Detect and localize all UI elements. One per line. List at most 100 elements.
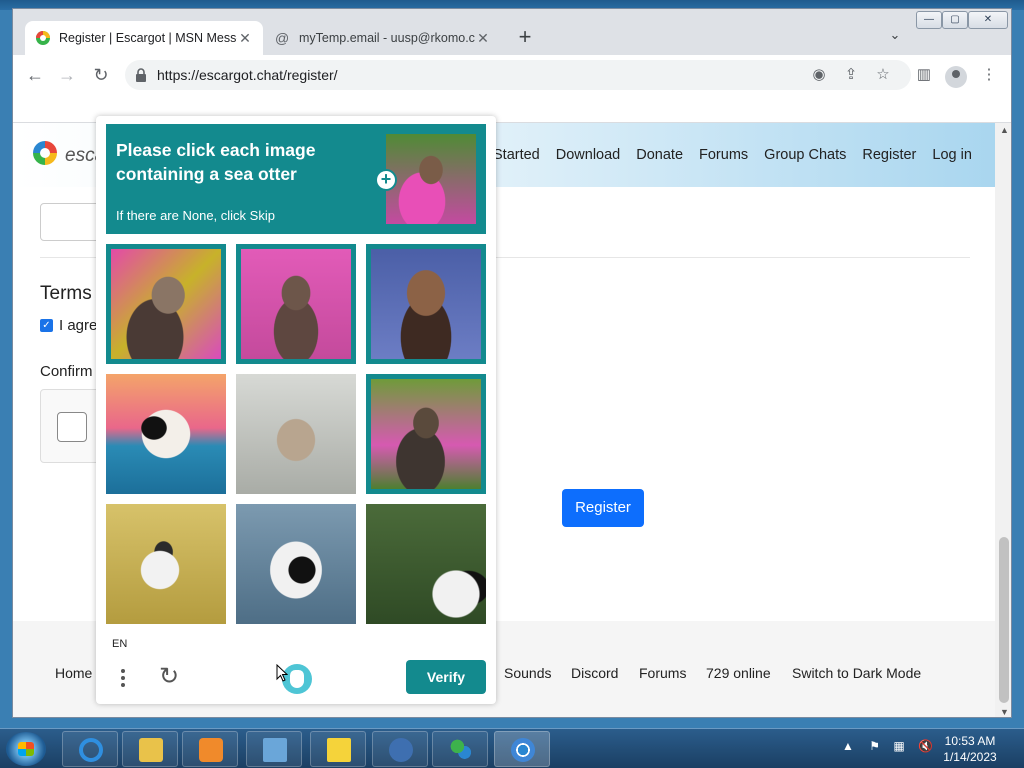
clock-time: 10:53 AM — [944, 734, 996, 748]
profile-avatar-icon[interactable] — [945, 66, 967, 88]
captcha-tile-1[interactable] — [106, 244, 226, 364]
panda-image — [366, 504, 486, 624]
terms-heading: Terms — [40, 283, 92, 304]
share-icon[interactable]: ⇪ — [841, 66, 861, 86]
captcha-tile-9[interactable] — [366, 504, 486, 624]
taskbar-help[interactable] — [310, 731, 366, 767]
footer-forums[interactable]: Forums — [639, 665, 686, 681]
back-arrow-icon[interactable]: ← — [23, 63, 47, 87]
app-icon — [389, 738, 413, 762]
taskbar-app[interactable] — [372, 731, 428, 767]
more-options-icon[interactable]: ⋮ — [978, 65, 1000, 87]
taskbar-clock[interactable]: 10:53 AM 1/14/2023 — [930, 733, 1010, 765]
nav-forums[interactable]: Forums — [699, 147, 748, 163]
taskbar: ▲ ⚑ ▦ 🔇 10:53 AM 1/14/2023 — [0, 728, 1024, 768]
taskbar-messenger[interactable] — [432, 731, 488, 767]
reload-icon[interactable]: ↻ — [89, 63, 113, 87]
chevron-down-icon[interactable]: ⌄ — [885, 27, 905, 47]
language-selector[interactable]: EN — [112, 638, 127, 650]
tab-register[interactable]: Register | Escargot | MSN Messe ✕ — [25, 21, 263, 55]
register-button[interactable]: Register — [562, 489, 644, 527]
agree-terms[interactable]: ✓ I agre — [40, 317, 97, 334]
site-nav: Started Download Donate Forums Group Cha… — [493, 147, 972, 163]
messenger-icon — [449, 738, 473, 762]
taskbar-media-player[interactable] — [182, 731, 238, 767]
footer-online-count: 729 online — [706, 665, 771, 681]
more-menu-icon[interactable] — [116, 666, 130, 692]
scrollbar-thumb[interactable] — [999, 537, 1009, 703]
address-bar[interactable]: https://escargot.chat/register/ ◉ ⇪ ☆ — [125, 60, 911, 90]
maximize-button[interactable]: ▢ — [942, 11, 968, 29]
footer-dark-mode[interactable]: Switch to Dark Mode — [792, 665, 921, 681]
at-sign-icon: @ — [275, 30, 290, 46]
media-player-icon — [199, 738, 223, 762]
taskbar-chrome[interactable] — [494, 731, 550, 767]
internet-explorer-icon — [79, 738, 103, 762]
refresh-icon[interactable]: ↻ — [156, 664, 182, 690]
agree-checkbox[interactable]: ✓ — [40, 319, 53, 332]
panda-image — [106, 374, 226, 494]
nav-register[interactable]: Register — [862, 147, 916, 163]
bookmark-star-icon[interactable]: ☆ — [873, 66, 893, 86]
page-scrollbar[interactable]: ▲ ▼ — [995, 123, 1011, 717]
captcha-tile-6[interactable] — [366, 374, 486, 494]
new-tab-button[interactable]: + — [513, 26, 537, 50]
taskbar-internet-explorer[interactable] — [62, 731, 118, 767]
captcha-tile-5[interactable] — [236, 374, 356, 494]
eye-off-icon[interactable]: ◉ — [809, 66, 829, 86]
footer-discord[interactable]: Discord — [571, 665, 618, 681]
sea-otter-image — [241, 249, 351, 359]
footer-sounds[interactable]: Sounds — [504, 665, 551, 681]
captcha-tile-2[interactable] — [236, 244, 356, 364]
nav-donate[interactable]: Donate — [636, 147, 683, 163]
captcha-tile-4[interactable] — [106, 374, 226, 494]
captcha-checkbox[interactable] — [57, 412, 87, 442]
taskbar-control-panel[interactable] — [246, 731, 302, 767]
network-icon[interactable]: ▦ — [893, 739, 904, 753]
system-tray: ▲ ⚑ ▦ 🔇 — [842, 739, 933, 753]
sea-otter-image — [371, 249, 481, 359]
sea-otter-image — [111, 249, 221, 359]
captcha-prompt-subtitle: If there are None, click Skip — [116, 208, 275, 223]
tab-mytemp-email[interactable]: @ myTemp.email - uusp@rkomo.co ✕ — [265, 21, 501, 55]
taskbar-file-explorer[interactable] — [122, 731, 178, 767]
lock-icon — [136, 68, 146, 82]
action-center-flag-icon[interactable]: ⚑ — [869, 739, 880, 753]
help-icon — [327, 738, 351, 762]
browser-toolbar: ← → ↻ https://escargot.chat/register/ ◉ … — [13, 55, 1011, 95]
captcha-prompt-title: Please click each image containing a sea… — [116, 140, 316, 184]
folder-icon — [139, 738, 163, 762]
captcha-tile-8[interactable] — [236, 504, 356, 624]
nav-download[interactable]: Download — [556, 147, 621, 163]
close-window-button[interactable]: ✕ — [968, 11, 1008, 29]
close-tab-icon[interactable]: ✕ — [475, 30, 491, 47]
tab-title: Register | Escargot | MSN Messe — [59, 31, 237, 45]
start-button[interactable] — [6, 732, 46, 766]
panda-image — [236, 504, 356, 624]
rabbit-image — [236, 374, 356, 494]
scroll-down-icon[interactable]: ▼ — [1000, 707, 1009, 717]
close-tab-icon[interactable]: ✕ — [237, 30, 253, 47]
mouse-cursor-icon — [276, 664, 288, 682]
tab-strip: Register | Escargot | MSN Messe ✕ @ myTe… — [13, 9, 1011, 55]
control-panel-icon — [263, 738, 287, 762]
footer-home[interactable]: Home — [55, 665, 92, 681]
expand-example-icon[interactable]: + — [375, 169, 397, 191]
side-panel-icon[interactable]: ▥ — [913, 65, 935, 87]
captcha-tile-7[interactable] — [106, 504, 226, 624]
minimize-button[interactable]: — — [916, 11, 942, 29]
nav-group-chats[interactable]: Group Chats — [764, 147, 846, 163]
forward-arrow-icon[interactable]: → — [55, 63, 79, 87]
verify-button[interactable]: Verify — [406, 660, 486, 694]
clock-date: 1/14/2023 — [943, 750, 997, 764]
show-hidden-icons-icon[interactable]: ▲ — [842, 739, 854, 753]
nav-log-in[interactable]: Log in — [932, 147, 972, 163]
captcha-prompt: Please click each image containing a sea… — [106, 124, 486, 234]
nav-getting-started[interactable]: Started — [493, 147, 540, 163]
captcha-tile-3[interactable] — [366, 244, 486, 364]
rabbit-image — [106, 504, 226, 624]
scroll-up-icon[interactable]: ▲ — [1000, 125, 1009, 135]
url-text: https://escargot.chat/register/ — [157, 67, 338, 83]
example-image — [386, 134, 476, 224]
escargot-logo-icon[interactable] — [33, 141, 57, 165]
